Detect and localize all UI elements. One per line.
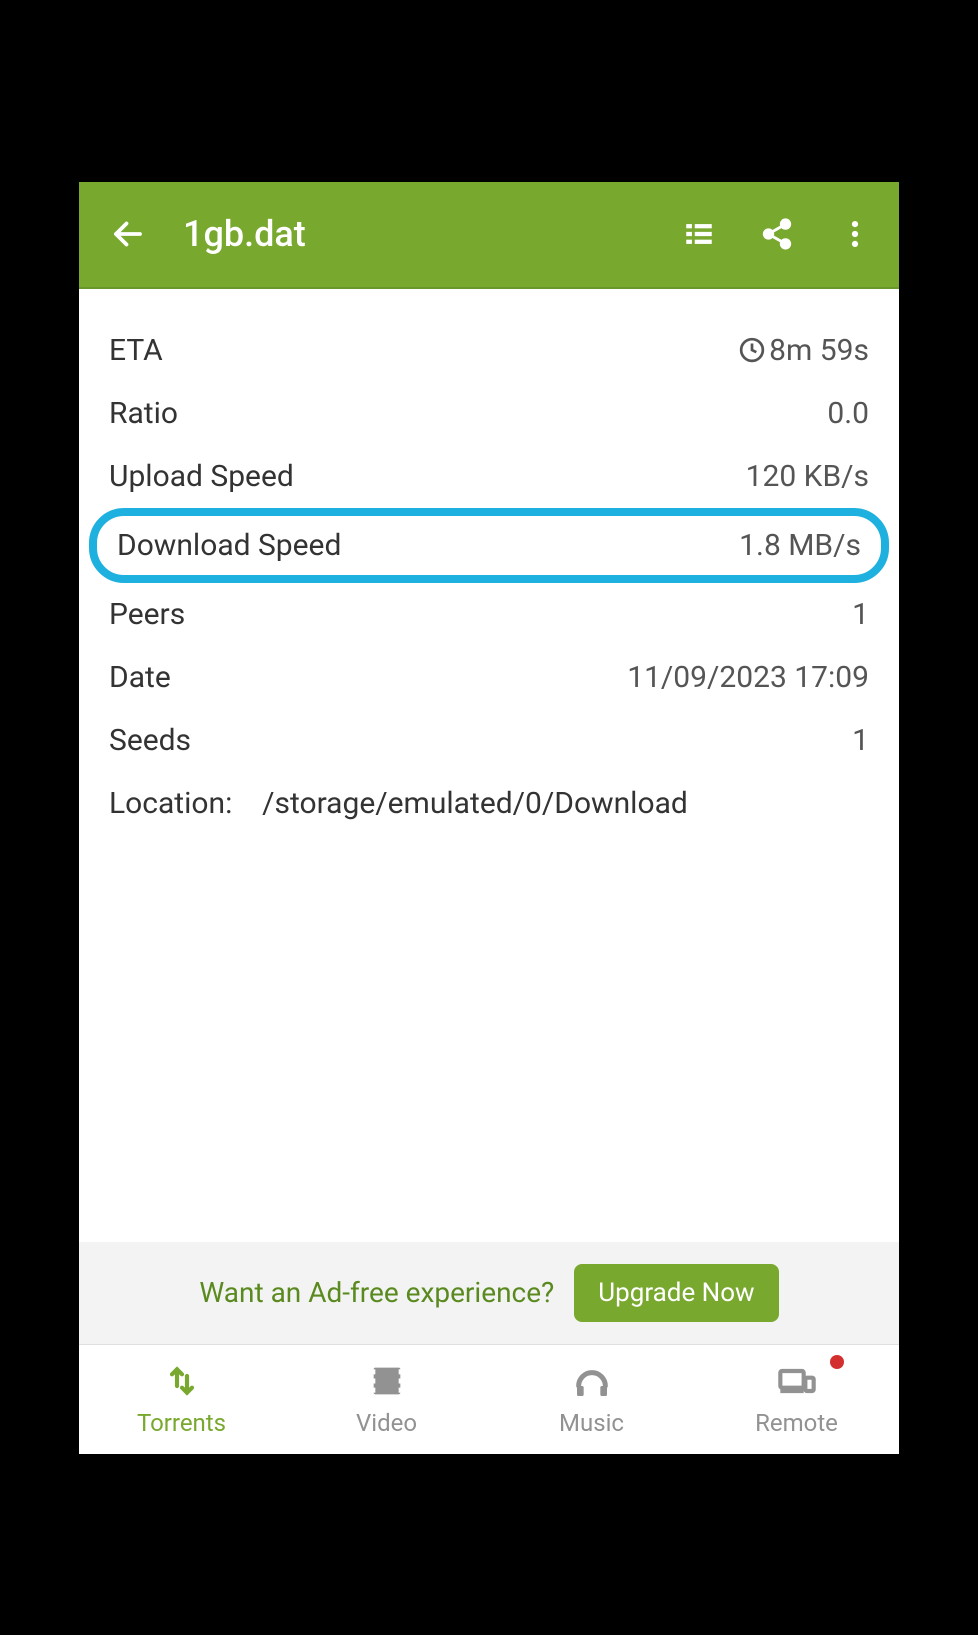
eta-label: ETA xyxy=(109,333,163,368)
seeds-label: Seeds xyxy=(109,723,191,758)
ratio-label: Ratio xyxy=(109,396,178,431)
date-value: 11/09/2023 17:09 xyxy=(627,660,869,695)
page-title: 1gb.dat xyxy=(183,213,679,255)
peers-label: Peers xyxy=(109,597,185,632)
ad-banner: Want an Ad-free experience? Upgrade Now xyxy=(79,1242,899,1344)
nav-torrents-label: Torrents xyxy=(137,1409,226,1437)
peers-value: 1 xyxy=(852,597,869,632)
nav-torrents[interactable]: Torrents xyxy=(79,1345,284,1454)
list-icon xyxy=(682,217,716,251)
app-bar-actions xyxy=(679,214,875,254)
app-bar: 1gb.dat xyxy=(79,182,899,289)
list-view-button[interactable] xyxy=(679,214,719,254)
nav-remote[interactable]: Remote xyxy=(694,1345,899,1454)
bottom-nav: Torrents Video Music xyxy=(79,1344,899,1454)
seeds-row: Seeds 1 xyxy=(109,709,869,772)
video-icon xyxy=(367,1361,407,1401)
more-options-button[interactable] xyxy=(835,214,875,254)
location-label: Location: xyxy=(109,786,232,821)
clock-icon xyxy=(739,337,765,363)
share-button[interactable] xyxy=(757,214,797,254)
nav-video-label: Video xyxy=(356,1409,417,1437)
date-row: Date 11/09/2023 17:09 xyxy=(109,646,869,709)
more-vert-icon xyxy=(838,217,872,251)
seeds-value: 1 xyxy=(852,723,869,758)
remote-icon xyxy=(777,1361,817,1401)
share-icon xyxy=(760,217,794,251)
location-value: /storage/emulated/0/Download xyxy=(262,786,688,821)
eta-row: ETA 8m 59s xyxy=(109,319,869,382)
back-button[interactable] xyxy=(103,209,153,259)
upload-speed-label: Upload Speed xyxy=(109,459,294,494)
download-speed-row: Download Speed 1.8 MB/s xyxy=(89,508,889,583)
download-speed-label: Download Speed xyxy=(117,528,341,563)
upload-speed-row: Upload Speed 120 KB/s xyxy=(109,445,869,508)
music-icon xyxy=(572,1361,612,1401)
ratio-value: 0.0 xyxy=(827,396,869,431)
nav-music[interactable]: Music xyxy=(489,1345,694,1454)
torrents-icon xyxy=(162,1361,202,1401)
arrow-back-icon xyxy=(110,216,146,252)
nav-video[interactable]: Video xyxy=(284,1345,489,1454)
date-label: Date xyxy=(109,660,171,695)
ad-text: Want an Ad-free experience? xyxy=(199,1276,554,1309)
notification-badge xyxy=(830,1355,844,1369)
ratio-row: Ratio 0.0 xyxy=(109,382,869,445)
peers-row: Peers 1 xyxy=(109,583,869,646)
eta-value: 8m 59s xyxy=(739,333,869,368)
upload-speed-value: 120 KB/s xyxy=(746,459,869,494)
download-speed-value: 1.8 MB/s xyxy=(739,528,861,563)
details-panel: ETA 8m 59s Ratio 0.0 Upload Speed 120 KB… xyxy=(79,289,899,1242)
location-row: Location: /storage/emulated/0/Download xyxy=(109,772,869,835)
nav-music-label: Music xyxy=(559,1409,624,1437)
app-screen: 1gb.dat xyxy=(79,182,899,1454)
upgrade-button[interactable]: Upgrade Now xyxy=(574,1264,778,1322)
nav-remote-label: Remote xyxy=(755,1409,838,1437)
